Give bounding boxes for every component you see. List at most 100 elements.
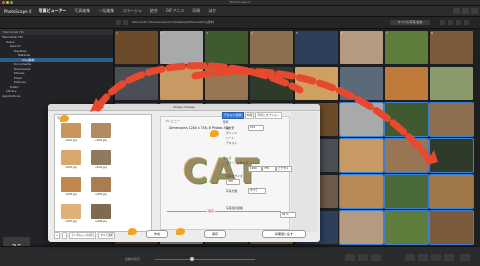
select-all-button[interactable]: すべて選択 [98, 232, 116, 239]
photo-count-select[interactable]: すべて [248, 188, 266, 194]
photo-thumbnail[interactable]: 4 [250, 31, 293, 64]
layout-icon[interactable] [453, 8, 460, 14]
photo-caption: cat08.jpg [95, 220, 107, 223]
photo-thumbnail[interactable] [339, 102, 384, 137]
favorite-icon[interactable] [116, 20, 121, 25]
add-photo-button[interactable]: + [54, 232, 61, 239]
tab-collage[interactable]: コラージュ [118, 6, 146, 16]
shape-option-rect[interactable]: 長方形 [226, 126, 234, 130]
tab-gif[interactable]: GIFアニメ [162, 6, 189, 16]
photo-thumbnail[interactable] [340, 67, 383, 100]
photo-thumbnail[interactable] [429, 210, 474, 245]
shuffle-button[interactable]: ランダムに入れ替え [69, 232, 97, 239]
tab-photo-viewer[interactable]: 写真ビューアー [35, 6, 71, 16]
window-title: PhotoScape X [229, 0, 251, 4]
height-input[interactable]: 758 [262, 166, 276, 172]
cat-photo-thumb[interactable] [61, 177, 81, 192]
photo-thumbnail[interactable] [384, 174, 429, 209]
expand-icon[interactable] [460, 254, 470, 261]
marker-create [176, 228, 185, 235]
photo-list[interactable]: 写真 cat01.jpg cat02.jpg cat03.jpg cat04.jpg c… [54, 114, 152, 232]
photo-caption: cat02.jpg [95, 139, 107, 142]
tab-photo-editor[interactable]: 写真編集 [70, 6, 94, 16]
photo-thumbnail[interactable] [385, 67, 428, 100]
map-icon[interactable] [431, 254, 441, 261]
photo-thumbnail[interactable] [384, 102, 429, 137]
settings-icon[interactable] [464, 20, 469, 25]
tab-print[interactable]: 印刷 [188, 6, 204, 16]
fullscreen-icon[interactable] [462, 8, 469, 14]
view-buttons [453, 8, 478, 14]
photo-thumbnail[interactable]: 2 [160, 31, 203, 64]
cat-photo-thumb[interactable] [61, 123, 81, 138]
tab-combine[interactable]: 結合 [146, 6, 162, 16]
rotate-right-icon[interactable] [358, 254, 368, 261]
sort-dropdown[interactable]: すべての写真/名前 [390, 20, 430, 25]
size-label: サイズ [223, 156, 232, 160]
photo-thumbnail[interactable]: 5 [295, 31, 338, 64]
back-icon[interactable] [123, 20, 128, 25]
shape-option-heart[interactable]: ハート [226, 136, 234, 140]
shape-option-grid[interactable]: グリッド [226, 131, 237, 135]
share-icon[interactable] [405, 254, 415, 261]
cat-photo-thumb[interactable] [91, 204, 111, 219]
photo-thumbnail[interactable] [339, 138, 384, 173]
tab-background[interactable]: 背景とオプション [255, 112, 282, 119]
width-input[interactable]: 1280 [248, 166, 262, 172]
tab-text-shape[interactable]: テキスト/形状 [222, 112, 244, 119]
trash-icon[interactable] [444, 254, 454, 261]
thumbnail-number: 7 [386, 31, 388, 35]
tab-appearance[interactable]: 外観 [244, 112, 255, 119]
photo-thumbnail[interactable] [429, 102, 474, 137]
tab-batch[interactable]: 一括編集 [94, 6, 118, 16]
photo-thumbnail[interactable] [429, 174, 474, 209]
zoom-slider-knob[interactable] [190, 257, 194, 261]
save-button[interactable]: 保存 [204, 230, 226, 238]
list-view-icon[interactable] [448, 20, 453, 25]
grid-view-icon[interactable] [440, 20, 445, 25]
spacing-value[interactable]: 40 % [280, 212, 296, 218]
photo-thumbnail[interactable]: 3 [205, 31, 248, 64]
photo-thumbnail[interactable] [384, 210, 429, 245]
create-button[interactable]: 作成 [146, 230, 168, 238]
photo-thumbnail[interactable] [429, 138, 474, 173]
remove-photo-button[interactable]: - [62, 232, 68, 239]
photo-thumbnail[interactable]: 7 [385, 31, 428, 64]
rotate-left-icon[interactable] [345, 254, 355, 261]
photo-thumbnail[interactable]: 8 [430, 31, 473, 64]
tab-more[interactable]: ほか [204, 6, 220, 16]
thumbnail-number: 3 [206, 31, 208, 35]
photo-thumbnail[interactable] [160, 67, 203, 100]
info-icon[interactable] [456, 20, 461, 25]
photo-size-input[interactable]: 300 [226, 179, 240, 185]
photo-thumbnail[interactable] [250, 67, 293, 100]
zoom-slider-track[interactable] [155, 259, 255, 260]
photo-caption: cat06.jpg [95, 193, 107, 196]
photo-thumbnail[interactable] [430, 67, 473, 100]
photo-thumbnail[interactable]: 1 [115, 31, 158, 64]
marker-photo-list [60, 115, 69, 122]
photo-thumbnail[interactable] [115, 67, 158, 100]
sidebar-item-13[interactable]: Applications [0, 94, 113, 99]
cat-photo-thumb[interactable] [91, 177, 111, 192]
reset-defaults-button[interactable]: 初期値に戻す [262, 230, 306, 238]
app-menubar: PhotoScape X 写真ビューアー 写真編集 一括編集 コラージュ 結合 … [0, 6, 480, 17]
photo-thumbnail[interactable]: 6 [340, 31, 383, 64]
tag-icon[interactable] [418, 254, 428, 261]
photo-thumbnail[interactable] [295, 67, 338, 100]
unit-select[interactable]: ピクセル [276, 166, 292, 172]
photo-size-label: 写真のサイズ [226, 174, 243, 178]
menu-icon[interactable] [471, 8, 478, 14]
cat-photo-thumb[interactable] [61, 204, 81, 219]
cat-photo-thumb[interactable] [91, 123, 111, 138]
photo-thumbnail[interactable] [339, 210, 384, 245]
cat-photo-thumb[interactable] [61, 150, 81, 165]
cat-photo-thumb[interactable] [91, 150, 111, 165]
delete-icon[interactable] [371, 254, 381, 261]
shape-text-input[interactable]: CAT [248, 125, 264, 131]
preview-save-label: 保存 [207, 209, 216, 213]
shape-option-text[interactable]: テキスト [226, 141, 237, 145]
photo-thumbnail[interactable] [339, 174, 384, 209]
photo-thumbnail[interactable] [205, 67, 248, 100]
photo-thumbnail[interactable] [384, 138, 429, 173]
